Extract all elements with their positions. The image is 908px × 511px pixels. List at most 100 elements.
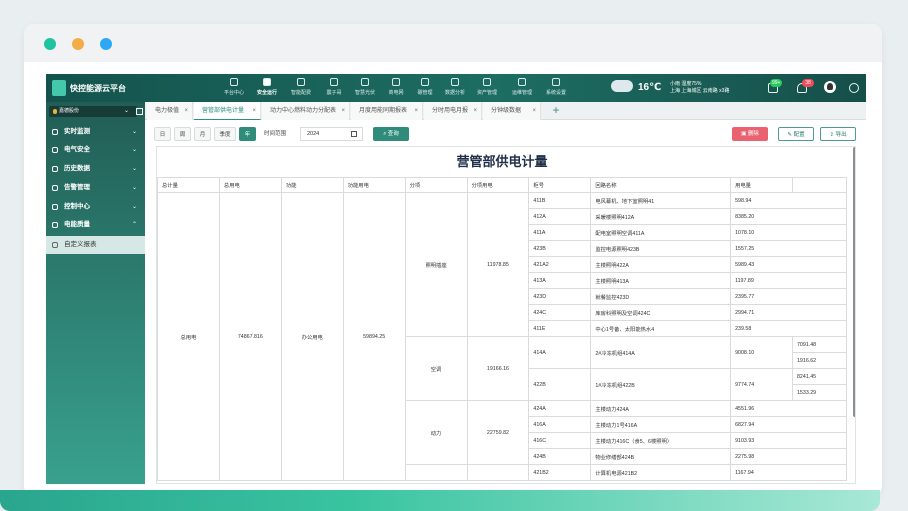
- close-icon[interactable]: ×: [473, 102, 477, 120]
- company-selector[interactable]: 嘉德股份 ⌄: [49, 106, 143, 117]
- cabinet-cell: 411A: [528, 224, 592, 241]
- consumption-cell: 1557.25: [730, 240, 847, 257]
- sidebar-collapse-icon[interactable]: [136, 108, 143, 115]
- report-title: 营管部供电计量: [456, 154, 548, 169]
- nav-platform-center[interactable]: 平台中心: [217, 78, 251, 96]
- circuit-cell: 就餐监控423D: [590, 288, 732, 305]
- consumption-cell: 239.58: [730, 320, 847, 337]
- tab-monthly-energy-report[interactable]: 月度用能同期报表 ×: [351, 102, 423, 120]
- circuit-cell: 中心1号备、太阳能热水4: [590, 320, 732, 337]
- group-ac-value: 19166.16: [466, 336, 530, 401]
- chevron-down-icon: ⌄: [123, 108, 129, 114]
- tabs-bar: 电力极值 × 营管部供电计量 × 动力中心燃料动力分配表 × 月度用能同期报表 × 分时…: [145, 102, 866, 120]
- report-scrollbar[interactable]: [853, 147, 855, 417]
- cabinet-cell: 411E: [528, 320, 592, 337]
- circuit-cell: 采暖楼照明412A: [590, 208, 732, 225]
- circuit-cell: 主楼动力416C（食5、6楼照明）: [590, 432, 732, 449]
- cabinet-cell: 412A: [528, 208, 592, 225]
- tab-time-of-use-report[interactable]: 分时用电月报 ×: [424, 102, 482, 120]
- nav-system-settings[interactable]: 系统设置: [539, 78, 573, 96]
- close-icon[interactable]: ×: [252, 102, 256, 120]
- period-week-button[interactable]: 周: [174, 127, 191, 141]
- table-row: 总用电 74867.816 办公用电 59894.25 照明插座 11978.8…: [157, 192, 847, 481]
- cabinet-cell: 421A2: [528, 256, 592, 273]
- window-dot-green[interactable]: [44, 38, 56, 50]
- nav-operation-maintenance[interactable]: 运维管理: [505, 78, 539, 96]
- globe-icon[interactable]: [849, 83, 859, 93]
- consumption-cell: 9008.10: [730, 336, 793, 369]
- sidebar-item-realtime-monitoring[interactable]: 实时监测 ⌄: [46, 123, 145, 141]
- function-value-cell: 59894.25: [342, 192, 406, 481]
- period-day-button[interactable]: 日: [154, 127, 171, 141]
- nav-smart-billing[interactable]: 智能配费: [284, 78, 318, 96]
- circuit-cell: 配电室照明空调411A: [590, 224, 732, 241]
- tab-power-extreme[interactable]: 电力极值 ×: [147, 102, 193, 120]
- period-year-button[interactable]: 年: [239, 127, 256, 141]
- total-label-cell: 总用电: [157, 192, 220, 481]
- sidebar-item-power-quality[interactable]: 电能质量 ⌃: [46, 216, 145, 234]
- nav-carbon-management[interactable]: 碳管理: [408, 78, 442, 96]
- year-input[interactable]: 2024: [300, 127, 363, 141]
- close-icon[interactable]: ×: [184, 102, 188, 120]
- consumption-cell: 1197.89: [730, 272, 847, 289]
- tools-icon: [518, 78, 526, 86]
- config-button[interactable]: ✎ 配置: [778, 127, 814, 141]
- group-power-name: 动力: [404, 400, 468, 465]
- function-label-cell: 办公用电: [280, 192, 344, 481]
- sidebar-item-custom-report[interactable]: 自定义报表: [46, 236, 145, 254]
- window-dot-blue[interactable]: [100, 38, 112, 50]
- app-name: 快控能源云平台: [70, 84, 126, 93]
- database-icon: [483, 78, 491, 86]
- group-lighting-value: 11978.85: [466, 192, 530, 337]
- header-function: 功能: [280, 177, 344, 193]
- nav-asset-management[interactable]: 资产管理: [470, 78, 504, 96]
- circuit-cell: 主楼动力424A: [590, 400, 732, 417]
- close-icon[interactable]: ×: [341, 102, 345, 120]
- nav-data-analysis[interactable]: 数据分析: [438, 78, 472, 96]
- consumption-cell: 5989.43: [730, 256, 847, 273]
- tab-minute-data[interactable]: 分钟级数据 ×: [483, 102, 541, 120]
- nav-zhenzige[interactable]: 震子哥: [317, 78, 351, 96]
- period-quarter-button[interactable]: 季度: [214, 127, 236, 141]
- nav-safety-operation[interactable]: 安全运行: [250, 78, 284, 96]
- close-icon[interactable]: ×: [532, 102, 536, 120]
- group-lighting-name: 照明插座: [404, 192, 468, 337]
- trash-icon: ▣: [741, 131, 748, 137]
- sidebar-item-control-center[interactable]: 控制中心 ⌄: [46, 198, 145, 216]
- cabinet-cell: 416C: [528, 432, 592, 449]
- control-icon: [52, 204, 58, 210]
- period-month-button[interactable]: 月: [194, 127, 211, 141]
- consumption-cell: 9103.93: [730, 432, 847, 449]
- close-icon[interactable]: ×: [414, 102, 418, 120]
- tab-power-center-fuel[interactable]: 动力中心燃料动力分配表 ×: [262, 102, 350, 120]
- shield-icon: [263, 78, 271, 86]
- nav-smart-pv[interactable]: 智慧光伏: [348, 78, 382, 96]
- cabinet-cell: 414A: [528, 336, 592, 369]
- consumption-cell: 8385.20: [730, 208, 847, 225]
- sidebar-item-history-data[interactable]: 历史数据 ⌄: [46, 160, 145, 178]
- calendar-icon: [351, 131, 357, 137]
- sidebar-item-electrical-safety[interactable]: 电气安全 ⌄: [46, 141, 145, 159]
- consumption-cell: 2275.98: [730, 448, 847, 465]
- circuit-cell: 监控电源照明423B: [590, 240, 732, 257]
- window-dot-orange[interactable]: [72, 38, 84, 50]
- time-range-label: 时间范围: [264, 131, 287, 137]
- sidebar-item-alarm-management[interactable]: 告警管理 ⌄: [46, 179, 145, 197]
- table-header-row: 总计量 总用电 功能 功能用电 分项 分项用电 柜号 回路名称 用电量: [157, 177, 848, 193]
- avatar[interactable]: [824, 81, 836, 93]
- consumption-cell: 2395.77: [730, 288, 847, 305]
- circuit-cell: 2#冷冻机组414A: [590, 336, 732, 369]
- consumption-cell: 1078.10: [730, 224, 847, 241]
- query-button[interactable]: ⌕ 查询: [373, 127, 409, 141]
- window-bar: [24, 24, 882, 62]
- header-consumption: 用电量: [730, 177, 793, 193]
- history-icon: [52, 166, 58, 172]
- circuit-cell: 计算机电源421B2: [590, 464, 732, 481]
- delete-button[interactable]: ▣ 删除: [732, 127, 768, 141]
- export-button[interactable]: ⇪ 导出: [820, 127, 856, 141]
- tab-business-power-metering[interactable]: 营管部供电计量 ×: [194, 102, 261, 120]
- group-power-value: 22759.82: [466, 400, 530, 465]
- message-badge: 99+: [770, 79, 783, 87]
- add-tab-icon[interactable]: +: [549, 103, 563, 117]
- report-icon: [52, 242, 58, 248]
